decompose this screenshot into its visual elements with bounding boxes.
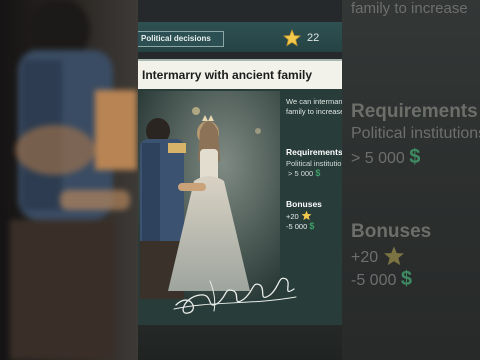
bonus-star-icon (301, 210, 312, 221)
blurred-background-right (342, 0, 480, 360)
description-line-2: family to increase (286, 107, 342, 116)
requirements-label: Requirements (286, 147, 342, 157)
political-decisions-tab[interactable]: Political decisions (138, 31, 224, 47)
echo-bonus-stars-row: +20 (351, 245, 405, 267)
echo-bonus-money-row: -5 000 $ (351, 268, 412, 291)
echo-bonuses-label: Bonuses (351, 221, 432, 242)
echo-description: family to increase (351, 0, 468, 17)
requirement-value: > 5 000 (288, 169, 314, 178)
star-count: 22 (307, 32, 320, 44)
description-line-1: We can intermarry (286, 97, 342, 106)
decision-description: We can intermarry family to increase (286, 97, 342, 117)
echo-requirements-label: Requirements (351, 101, 478, 122)
echo-bonus-money: -5 000 (351, 272, 397, 289)
echo-bonus-stars: +20 (351, 249, 379, 266)
game-screen: Political decisions 22 Intermarry with a… (138, 0, 342, 360)
dollar-icon: $ (315, 168, 321, 178)
bonus-money-row: -5 000 $ (286, 221, 314, 231)
echo-requirement-text: Political institutions (351, 125, 480, 142)
echo-requirement-row: > 5 000 $ (351, 146, 420, 169)
echo-dollar-icon: $ (409, 146, 421, 168)
bonus-stars: +20 (286, 212, 299, 221)
decision-card[interactable]: Intermarry with ancient family We can in… (138, 59, 342, 325)
bonus-dollar-icon: $ (309, 221, 315, 231)
requirement-text: Political institutions (286, 159, 342, 168)
star-icon (282, 29, 302, 47)
blurred-background-left (0, 0, 138, 360)
echo-dollar-icon-2: $ (400, 268, 412, 290)
blurred-prince-figure (10, 0, 137, 360)
bonuses-label: Bonuses (286, 199, 322, 209)
signature-icon[interactable] (170, 261, 300, 316)
echo-star-icon (383, 246, 404, 266)
bonus-stars-row: +20 (286, 210, 312, 221)
requirement-row: > 5 000 $ (288, 168, 320, 178)
bonus-money: -5 000 (286, 222, 308, 231)
echo-requirement-value: > 5 000 (351, 150, 405, 167)
bottom-bar (138, 325, 342, 360)
decision-title: Intermarry with ancient family (138, 61, 342, 89)
